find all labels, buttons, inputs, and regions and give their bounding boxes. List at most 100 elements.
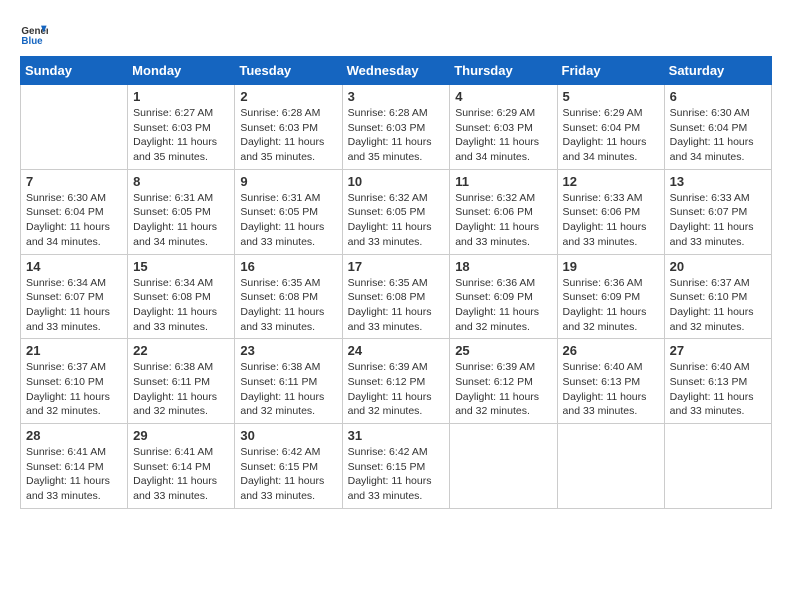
day-number: 14 [26,259,122,274]
calendar-cell: 29 Sunrise: 6:41 AM Sunset: 6:14 PM Dayli… [128,424,235,509]
calendar-table: SundayMondayTuesdayWednesdayThursdayFrid… [20,56,772,509]
day-info: Sunrise: 6:30 AM Sunset: 6:04 PM Dayligh… [26,191,122,250]
day-info: Sunrise: 6:40 AM Sunset: 6:13 PM Dayligh… [670,360,766,419]
col-header-thursday: Thursday [450,57,557,85]
day-info: Sunrise: 6:35 AM Sunset: 6:08 PM Dayligh… [348,276,445,335]
calendar-header-row: SundayMondayTuesdayWednesdayThursdayFrid… [21,57,772,85]
day-number: 30 [240,428,336,443]
day-number: 28 [26,428,122,443]
day-number: 2 [240,89,336,104]
day-info: Sunrise: 6:37 AM Sunset: 6:10 PM Dayligh… [670,276,766,335]
day-info: Sunrise: 6:42 AM Sunset: 6:15 PM Dayligh… [348,445,445,504]
day-number: 15 [133,259,229,274]
day-info: Sunrise: 6:31 AM Sunset: 6:05 PM Dayligh… [133,191,229,250]
day-info: Sunrise: 6:31 AM Sunset: 6:05 PM Dayligh… [240,191,336,250]
calendar-cell: 12 Sunrise: 6:33 AM Sunset: 6:06 PM Dayli… [557,169,664,254]
calendar-cell: 8Sunrise: 6:31 AM Sunset: 6:05 PM Daylig… [128,169,235,254]
calendar-cell: 15 Sunrise: 6:34 AM Sunset: 6:08 PM Dayli… [128,254,235,339]
day-number: 29 [133,428,229,443]
day-info: Sunrise: 6:41 AM Sunset: 6:14 PM Dayligh… [133,445,229,504]
day-info: Sunrise: 6:32 AM Sunset: 6:06 PM Dayligh… [455,191,551,250]
calendar-cell: 23 Sunrise: 6:38 AM Sunset: 6:11 PM Dayli… [235,339,342,424]
calendar-week-row: 1 Sunrise: 6:27 AM Sunset: 6:03 PM Daylig… [21,85,772,170]
day-info: Sunrise: 6:39 AM Sunset: 6:12 PM Dayligh… [348,360,445,419]
day-info: Sunrise: 6:29 AM Sunset: 6:04 PM Dayligh… [563,106,659,165]
day-info: Sunrise: 6:33 AM Sunset: 6:07 PM Dayligh… [670,191,766,250]
calendar-cell: 3 Sunrise: 6:28 AM Sunset: 6:03 PM Daylig… [342,85,450,170]
day-info: Sunrise: 6:39 AM Sunset: 6:12 PM Dayligh… [455,360,551,419]
day-info: Sunrise: 6:30 AM Sunset: 6:04 PM Dayligh… [670,106,766,165]
day-number: 22 [133,343,229,358]
day-info: Sunrise: 6:38 AM Sunset: 6:11 PM Dayligh… [133,360,229,419]
calendar-cell: 5 Sunrise: 6:29 AM Sunset: 6:04 PM Daylig… [557,85,664,170]
logo: General Blue [20,20,48,48]
day-number: 16 [240,259,336,274]
col-header-monday: Monday [128,57,235,85]
calendar-cell [557,424,664,509]
calendar-cell: 10 Sunrise: 6:32 AM Sunset: 6:05 PM Dayli… [342,169,450,254]
day-info: Sunrise: 6:35 AM Sunset: 6:08 PM Dayligh… [240,276,336,335]
day-number: 7 [26,174,122,189]
calendar-cell: 24 Sunrise: 6:39 AM Sunset: 6:12 PM Dayli… [342,339,450,424]
day-number: 1 [133,89,229,104]
day-info: Sunrise: 6:34 AM Sunset: 6:08 PM Dayligh… [133,276,229,335]
calendar-week-row: 7 Sunrise: 6:30 AM Sunset: 6:04 PM Daylig… [21,169,772,254]
calendar-cell: 11 Sunrise: 6:32 AM Sunset: 6:06 PM Dayli… [450,169,557,254]
day-info: Sunrise: 6:36 AM Sunset: 6:09 PM Dayligh… [563,276,659,335]
day-number: 27 [670,343,766,358]
logo-icon: General Blue [20,20,48,48]
day-number: 24 [348,343,445,358]
day-info: Sunrise: 6:38 AM Sunset: 6:11 PM Dayligh… [240,360,336,419]
day-number: 4 [455,89,551,104]
calendar-week-row: 21Sunrise: 6:37 AM Sunset: 6:10 PM Dayli… [21,339,772,424]
calendar-cell: 21Sunrise: 6:37 AM Sunset: 6:10 PM Dayli… [21,339,128,424]
calendar-cell: 19 Sunrise: 6:36 AM Sunset: 6:09 PM Dayli… [557,254,664,339]
day-info: Sunrise: 6:32 AM Sunset: 6:05 PM Dayligh… [348,191,445,250]
col-header-friday: Friday [557,57,664,85]
day-info: Sunrise: 6:37 AM Sunset: 6:10 PM Dayligh… [26,360,122,419]
calendar-cell [450,424,557,509]
day-number: 6 [670,89,766,104]
calendar-cell: 20 Sunrise: 6:37 AM Sunset: 6:10 PM Dayli… [664,254,771,339]
day-number: 12 [563,174,659,189]
day-number: 5 [563,89,659,104]
calendar-cell: 7 Sunrise: 6:30 AM Sunset: 6:04 PM Daylig… [21,169,128,254]
day-number: 13 [670,174,766,189]
day-number: 26 [563,343,659,358]
calendar-cell: 1 Sunrise: 6:27 AM Sunset: 6:03 PM Daylig… [128,85,235,170]
calendar-cell: 26Sunrise: 6:40 AM Sunset: 6:13 PM Dayli… [557,339,664,424]
calendar-cell: 16 Sunrise: 6:35 AM Sunset: 6:08 PM Dayli… [235,254,342,339]
col-header-sunday: Sunday [21,57,128,85]
day-info: Sunrise: 6:42 AM Sunset: 6:15 PM Dayligh… [240,445,336,504]
day-number: 17 [348,259,445,274]
calendar-cell: 31Sunrise: 6:42 AM Sunset: 6:15 PM Dayli… [342,424,450,509]
page-header: General Blue [20,20,772,48]
day-info: Sunrise: 6:27 AM Sunset: 6:03 PM Dayligh… [133,106,229,165]
day-number: 9 [240,174,336,189]
calendar-week-row: 28 Sunrise: 6:41 AM Sunset: 6:14 PM Dayli… [21,424,772,509]
col-header-saturday: Saturday [664,57,771,85]
calendar-cell: 28 Sunrise: 6:41 AM Sunset: 6:14 PM Dayli… [21,424,128,509]
day-number: 23 [240,343,336,358]
day-number: 11 [455,174,551,189]
day-info: Sunrise: 6:41 AM Sunset: 6:14 PM Dayligh… [26,445,122,504]
day-info: Sunrise: 6:28 AM Sunset: 6:03 PM Dayligh… [240,106,336,165]
day-number: 25 [455,343,551,358]
day-number: 20 [670,259,766,274]
calendar-cell: 30 Sunrise: 6:42 AM Sunset: 6:15 PM Dayli… [235,424,342,509]
calendar-cell: 25 Sunrise: 6:39 AM Sunset: 6:12 PM Dayli… [450,339,557,424]
calendar-week-row: 14Sunrise: 6:34 AM Sunset: 6:07 PM Dayli… [21,254,772,339]
calendar-cell: 13 Sunrise: 6:33 AM Sunset: 6:07 PM Dayli… [664,169,771,254]
day-number: 19 [563,259,659,274]
calendar-cell: 14Sunrise: 6:34 AM Sunset: 6:07 PM Dayli… [21,254,128,339]
calendar-cell [21,85,128,170]
day-number: 3 [348,89,445,104]
day-number: 10 [348,174,445,189]
day-number: 18 [455,259,551,274]
calendar-cell: 17 Sunrise: 6:35 AM Sunset: 6:08 PM Dayli… [342,254,450,339]
day-info: Sunrise: 6:28 AM Sunset: 6:03 PM Dayligh… [348,106,445,165]
calendar-cell: 4 Sunrise: 6:29 AM Sunset: 6:03 PM Daylig… [450,85,557,170]
day-info: Sunrise: 6:33 AM Sunset: 6:06 PM Dayligh… [563,191,659,250]
day-info: Sunrise: 6:29 AM Sunset: 6:03 PM Dayligh… [455,106,551,165]
svg-text:Blue: Blue [21,36,43,47]
